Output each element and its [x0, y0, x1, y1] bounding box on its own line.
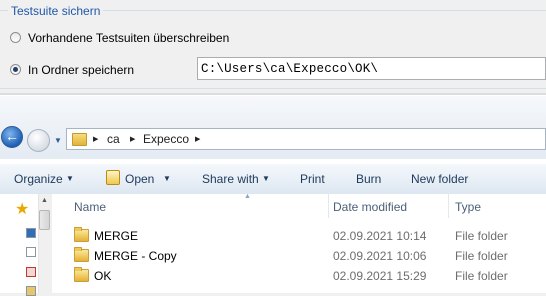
save-to-folder-radio-label[interactable]: In Ordner speichern — [28, 63, 134, 77]
sort-ascending-icon: ▲ — [244, 193, 251, 200]
folder-icon — [74, 247, 89, 262]
overwrite-radio-label[interactable]: Vorhandene Testsuiten überschreiben — [28, 31, 229, 45]
chevron-down-icon[interactable]: ▼ — [163, 174, 171, 183]
explorer-window: ← ▼ ▶ ca ▶ Expecco ▶ Organize ▼ Open ▼ S… — [0, 96, 546, 296]
file-date: 02.09.2021 10:06 — [333, 249, 427, 263]
recent-places-icon[interactable] — [26, 267, 36, 277]
libraries-icon[interactable] — [26, 286, 36, 296]
forward-arrow-icon[interactable] — [27, 129, 50, 152]
file-date: 02.09.2021 15:29 — [333, 269, 427, 283]
navigation-bar: ← ▼ ▶ ca ▶ Expecco ▶ — [0, 96, 546, 159]
open-button[interactable]: Open — [125, 172, 154, 186]
command-bar: Organize ▼ Open ▼ Share with ▼ Print Bur… — [0, 163, 546, 195]
column-divider[interactable] — [448, 194, 449, 218]
chevron-down-icon[interactable]: ▼ — [66, 174, 74, 183]
chevron-right-icon[interactable]: ▶ — [93, 135, 98, 143]
column-header-row: ▲ Name Date modified Type — [52, 193, 546, 218]
back-arrow-icon[interactable]: ← — [1, 126, 23, 148]
print-button[interactable]: Print — [300, 172, 325, 186]
organize-button[interactable]: Organize — [14, 172, 63, 186]
folder-icon — [72, 133, 87, 146]
file-name[interactable]: MERGE — [94, 229, 138, 243]
column-name-header[interactable]: Name — [74, 200, 106, 214]
open-file-icon[interactable] — [106, 170, 120, 185]
file-row[interactable]: OK 02.09.2021 15:29 File folder — [52, 266, 546, 286]
share-with-button[interactable]: Share with — [202, 172, 259, 186]
file-type: File folder — [455, 229, 508, 243]
breadcrumb-ca[interactable]: ca — [107, 132, 120, 146]
nav-scrollbar[interactable] — [38, 194, 52, 293]
file-type: File folder — [455, 249, 508, 263]
document-icon[interactable] — [26, 247, 36, 257]
navigation-pane: ★ ▲ — [0, 194, 52, 296]
new-folder-button[interactable]: New folder — [411, 172, 468, 186]
file-row[interactable]: MERGE - Copy 02.09.2021 10:06 File folde… — [52, 246, 546, 266]
scroll-up-icon[interactable]: ▲ — [41, 197, 48, 204]
breadcrumb-expecco[interactable]: Expecco — [143, 132, 189, 146]
file-name[interactable]: MERGE - Copy — [94, 249, 177, 263]
history-dropdown-icon[interactable]: ▼ — [54, 136, 62, 145]
folder-icon — [74, 227, 89, 242]
group-title: Testsuite sichern — [8, 4, 104, 18]
folder-icon — [74, 267, 89, 282]
address-bar[interactable]: ▶ ca ▶ Expecco ▶ — [66, 128, 546, 150]
save-to-folder-radio[interactable] — [10, 64, 21, 75]
file-name[interactable]: OK — [94, 269, 111, 283]
column-date-header[interactable]: Date modified — [333, 200, 407, 214]
file-row[interactable]: MERGE 02.09.2021 10:14 File folder — [52, 226, 546, 246]
favorites-star-icon[interactable]: ★ — [15, 199, 29, 219]
scrollbar-thumb[interactable] — [39, 210, 50, 230]
desktop-icon[interactable] — [26, 228, 36, 238]
column-type-header[interactable]: Type — [455, 200, 481, 214]
chevron-right-icon[interactable]: ▶ — [195, 135, 200, 143]
file-type: File folder — [455, 269, 508, 283]
file-date: 02.09.2021 10:14 — [333, 229, 427, 243]
column-divider[interactable] — [328, 194, 329, 218]
chevron-down-icon[interactable]: ▼ — [262, 174, 270, 183]
overwrite-radio[interactable] — [10, 32, 21, 43]
folder-path-input[interactable]: C:\Users\ca\Expecco\OK\ — [197, 57, 546, 80]
chevron-right-icon[interactable]: ▶ — [130, 135, 135, 143]
burn-button[interactable]: Burn — [356, 172, 381, 186]
